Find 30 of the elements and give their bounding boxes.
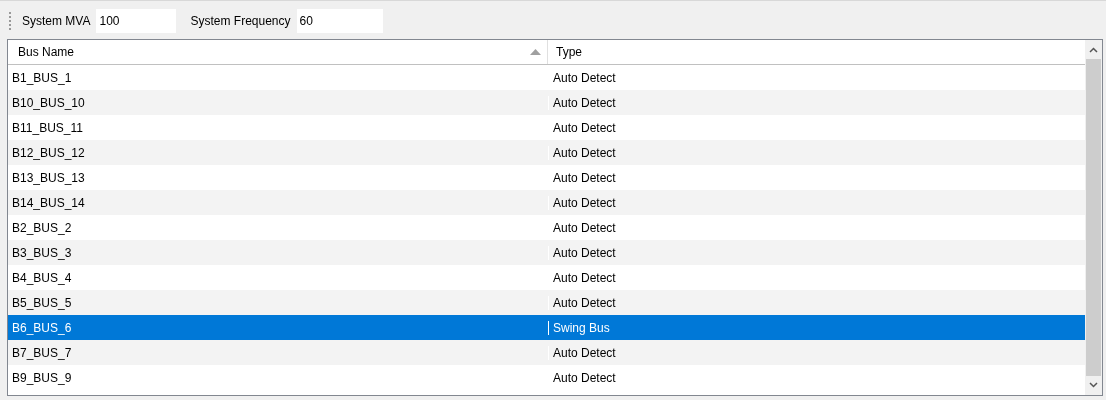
- table-cell-text: B10_BUS_10: [11, 95, 86, 110]
- table-cell-text: B4_BUS_4: [11, 270, 73, 285]
- table-row[interactable]: B12_BUS_12 Auto Detect: [8, 140, 1085, 165]
- table-cell-text: B1_BUS_1: [11, 70, 73, 85]
- table-cell-text: B7_BUS_7: [11, 345, 73, 360]
- table-cell-text: B3_BUS_3: [11, 245, 73, 260]
- table-row[interactable]: B10_BUS_10 Auto Detect: [8, 90, 1085, 115]
- table-cell-text: B11_BUS_11: [11, 120, 84, 135]
- column-header[interactable]: Type: [548, 40, 1085, 64]
- input-field[interactable]: 60: [296, 8, 383, 33]
- table-cell-text: B14_BUS_14: [11, 195, 86, 210]
- input-field[interactable]: 100: [96, 8, 177, 33]
- scrollbar-thumb[interactable]: [1086, 59, 1101, 376]
- table-row[interactable]: B7_BUS_7 Auto Detect: [8, 340, 1085, 365]
- field-label: System MVA: [22, 13, 91, 28]
- grip-icon[interactable]: [9, 11, 12, 30]
- table-cell-text: B12_BUS_12: [11, 145, 86, 160]
- column-header[interactable]: Bus Name: [8, 40, 548, 64]
- scroll-down-icon[interactable]: [1089, 382, 1098, 388]
- table-cell-text: B6_BUS_6: [11, 320, 73, 335]
- scroll-up-icon[interactable]: [1089, 47, 1098, 53]
- table-row[interactable]: B5_BUS_5 Auto Detect: [8, 290, 1085, 315]
- table-row[interactable]: B14_BUS_14 Auto Detect: [8, 190, 1085, 215]
- field-label: System Frequency: [190, 13, 291, 28]
- table-row[interactable]: B3_BUS_3 Auto Detect: [8, 240, 1085, 265]
- table-cell-text: B2_BUS_2: [11, 220, 73, 235]
- table-cell-text: B9_BUS_9: [11, 370, 73, 385]
- table-row[interactable]: B6_BUS_6 Swing Bus: [8, 315, 1085, 340]
- table-cell-text: B5_BUS_5: [11, 295, 73, 310]
- table-cell-text: B13_BUS_13: [11, 170, 86, 185]
